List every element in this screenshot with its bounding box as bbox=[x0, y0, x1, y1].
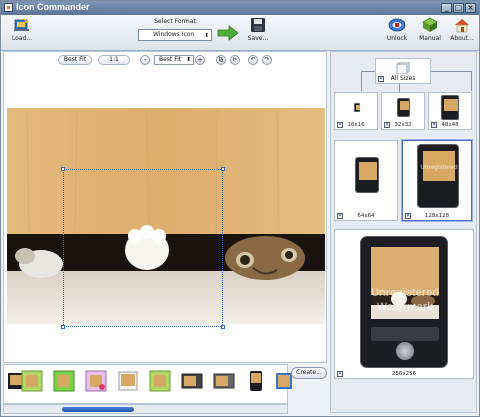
phone-keys bbox=[371, 327, 439, 341]
thumbnail[interactable] bbox=[116, 369, 140, 393]
crop-handle[interactable] bbox=[61, 325, 65, 329]
window-title: Icon Commander bbox=[16, 2, 90, 12]
editor-canvas[interactable]: Best Fit 1:1 - Best Fit ⬍ + ⧎ ⊳ ↶ ↷ bbox=[3, 51, 327, 363]
size-preview-64[interactable]: ✕ 64x64 bbox=[334, 140, 398, 221]
all-sizes-item[interactable]: ✕ All Sizes bbox=[375, 58, 431, 84]
watermark-text: Unregistered bbox=[371, 287, 439, 299]
connector-line bbox=[361, 71, 362, 91]
icon-preview-image: Unregistered Watermark bbox=[360, 236, 448, 368]
save-label: Save... bbox=[247, 35, 269, 42]
unlock-label: Unlock bbox=[386, 35, 408, 42]
crop-selection[interactable] bbox=[61, 167, 225, 329]
icon-preview-image bbox=[354, 103, 360, 112]
thumbnail[interactable] bbox=[244, 369, 268, 393]
flip-vertical-icon: ⊳ bbox=[232, 56, 238, 63]
crop-handle[interactable] bbox=[61, 167, 65, 171]
about-button[interactable]: About... bbox=[448, 17, 476, 42]
unlock-icon bbox=[388, 18, 406, 32]
thumbnail[interactable] bbox=[212, 369, 236, 393]
rotate-right-button[interactable]: ↷ bbox=[262, 55, 272, 65]
size-label: 128x128 bbox=[424, 213, 450, 219]
flip-horizontal-icon: ⧎ bbox=[218, 56, 224, 63]
icon-preview-image bbox=[355, 157, 379, 193]
thumbnail[interactable] bbox=[20, 369, 44, 393]
thumbnail[interactable] bbox=[84, 369, 108, 393]
create-button[interactable]: Create... bbox=[291, 367, 327, 379]
about-label: About... bbox=[450, 35, 474, 42]
minimize-button[interactable]: _ bbox=[441, 3, 452, 13]
size-label: 48x48 bbox=[441, 122, 459, 128]
floppy-disk-icon bbox=[251, 18, 265, 32]
select-format-label: Select Format: bbox=[154, 18, 198, 25]
size-preview-128[interactable]: Unregistered ✕ 128x128 bbox=[402, 140, 472, 221]
manual-button[interactable]: Manual bbox=[417, 17, 443, 42]
watermark-text: Watermark bbox=[376, 301, 434, 313]
maximize-button[interactable]: □ bbox=[453, 3, 464, 13]
zoom-toolbar: Best Fit 1:1 - Best Fit ⬍ + ⧎ ⊳ ↶ ↷ bbox=[4, 52, 326, 68]
close-button[interactable]: × bbox=[465, 3, 476, 13]
thumbnail[interactable] bbox=[52, 369, 76, 393]
zoom-select-value: Best Fit bbox=[159, 56, 182, 63]
arrow-right-icon bbox=[217, 25, 239, 41]
app-icon bbox=[4, 3, 13, 12]
crop-handle[interactable] bbox=[221, 167, 225, 171]
format-select-value: Windows Icon bbox=[153, 31, 195, 38]
select-arrow-icon: ⬍ bbox=[203, 32, 209, 39]
stack-icon bbox=[396, 62, 410, 74]
toolbar: Load... Select Format: Windows Icon ⬍ Sa… bbox=[1, 15, 479, 51]
connector-line bbox=[471, 71, 472, 91]
zoom-select[interactable]: Best Fit ⬍ bbox=[154, 55, 194, 65]
load-button[interactable]: Load... bbox=[9, 17, 35, 42]
select-arrow-icon: ⬍ bbox=[185, 56, 191, 63]
rotate-left-button[interactable]: ↶ bbox=[248, 55, 258, 65]
flip-horizontal-button[interactable]: ⧎ bbox=[216, 55, 226, 65]
size-preview-16[interactable]: ✕ 16x16 bbox=[334, 92, 378, 130]
manual-book-icon bbox=[422, 17, 438, 32]
icon-preview-image bbox=[397, 98, 410, 117]
size-preview-32[interactable]: ✕ 32x32 bbox=[381, 92, 425, 130]
icon-preview-image: Unregistered bbox=[417, 144, 459, 208]
icon-preview-image bbox=[441, 95, 459, 120]
scrollbar-thumb[interactable] bbox=[62, 407, 134, 412]
title-bar[interactable]: Icon Commander _ □ × bbox=[1, 1, 479, 15]
thumbnail-strip bbox=[3, 364, 292, 404]
thumbnail[interactable] bbox=[180, 369, 204, 393]
zoom-out-button[interactable]: - bbox=[140, 55, 150, 65]
unlock-button[interactable]: Unlock bbox=[384, 17, 410, 42]
size-preview-48[interactable]: ✕ 48x48 bbox=[428, 92, 472, 130]
rotate-left-icon: ↶ bbox=[250, 56, 256, 63]
one-to-one-button[interactable]: 1:1 bbox=[98, 55, 130, 65]
connector-line bbox=[399, 84, 400, 92]
rotate-right-icon: ↷ bbox=[264, 56, 270, 63]
flip-vertical-button[interactable]: ⊳ bbox=[230, 55, 240, 65]
size-label: 32x32 bbox=[394, 122, 412, 128]
all-sizes-label: All Sizes bbox=[390, 75, 416, 82]
app-window: Icon Commander _ □ × Load... Select Form… bbox=[0, 0, 480, 417]
best-fit-button[interactable]: Best Fit bbox=[58, 55, 92, 65]
watermark-text: Unregistered bbox=[420, 165, 458, 171]
size-preview-256[interactable]: Unregistered Watermark ✕ 256x256 bbox=[334, 229, 474, 379]
house-icon bbox=[455, 19, 469, 33]
size-label: 64x64 bbox=[357, 213, 375, 219]
phone-dpad bbox=[395, 341, 415, 361]
load-label: Load... bbox=[11, 35, 33, 42]
thumbnail-scrollbar[interactable] bbox=[3, 404, 288, 414]
save-button[interactable]: Save... bbox=[245, 17, 271, 42]
zoom-in-button[interactable]: + bbox=[195, 55, 205, 65]
manual-label: Manual bbox=[419, 35, 441, 42]
size-label: 256x256 bbox=[391, 371, 417, 377]
crop-handle[interactable] bbox=[221, 325, 225, 329]
thumbnail[interactable] bbox=[148, 369, 172, 393]
load-icon bbox=[14, 18, 29, 31]
size-label: 16x16 bbox=[347, 122, 365, 128]
format-select[interactable]: Windows Icon ⬍ bbox=[138, 29, 212, 41]
